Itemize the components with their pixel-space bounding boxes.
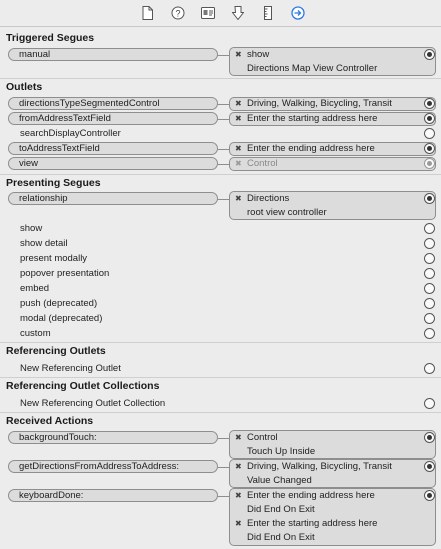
section-divider — [0, 78, 441, 79]
outlet-directions-type[interactable]: directionsTypeSegmentedControl — [8, 97, 218, 110]
relationship-destination: Directions — [247, 193, 290, 204]
segue-custom: custom — [20, 328, 51, 339]
outlet-target-label: Control — [247, 158, 278, 169]
svg-text:?: ? — [175, 9, 180, 19]
connection-circle[interactable] — [424, 193, 435, 204]
connection-circle[interactable] — [424, 253, 435, 264]
remove-connection-icon[interactable]: ✖ — [235, 431, 242, 445]
outlet-target-label: Enter the ending address here — [247, 143, 375, 154]
action-background-touch[interactable]: backgroundTouch: — [8, 431, 218, 444]
action-event: Did End On Exit — [247, 532, 315, 543]
connection-circle[interactable] — [424, 238, 435, 249]
size-inspector-icon[interactable] — [261, 5, 275, 21]
received-actions-title: Received Actions — [6, 415, 94, 427]
connection-circle[interactable] — [424, 283, 435, 294]
new-referencing-outlet: New Referencing Outlet — [20, 363, 121, 374]
section-divider — [0, 377, 441, 378]
connection-circle[interactable] — [424, 128, 435, 139]
action-sender: Control — [247, 432, 278, 443]
segue-show-detail: show detail — [20, 238, 68, 249]
outlet-view[interactable]: view — [8, 157, 218, 170]
action-sender: Driving, Walking, Bicycling, Transit — [247, 461, 392, 472]
new-referencing-outlet-collection: New Referencing Outlet Collection — [20, 398, 166, 409]
file-inspector-icon[interactable] — [141, 5, 155, 21]
outlet-target: ✖ Enter the starting address here — [229, 112, 436, 126]
connection-circle[interactable] — [424, 398, 435, 409]
connection-circle[interactable] — [424, 158, 435, 169]
segue-kind: show — [247, 49, 270, 60]
outlet-target-label: Enter the starting address here — [247, 113, 378, 124]
outlet-target: ✖ Control — [229, 157, 436, 171]
action-sender: Enter the starting address here — [247, 518, 378, 529]
connection-circle[interactable] — [424, 490, 435, 501]
connection-circle[interactable] — [424, 328, 435, 339]
remove-connection-icon[interactable]: ✖ — [235, 143, 242, 155]
segue-destination: Directions Map View Controller — [247, 63, 378, 74]
remove-connection-icon[interactable]: ✖ — [235, 48, 242, 62]
action-target: ✖ Driving, Walking, Bicycling, Transit Va… — [229, 459, 436, 488]
remove-connection-icon[interactable]: ✖ — [235, 98, 242, 110]
referencing-outlet-collections-title: Referencing Outlet Collections — [6, 380, 160, 392]
segue-popover: popover presentation — [20, 268, 110, 279]
section-divider — [0, 174, 441, 175]
action-event: Did End On Exit — [247, 504, 315, 515]
outlet-target: ✖ Driving, Walking, Bicycling, Transit — [229, 97, 436, 111]
segue-embed: embed — [20, 283, 50, 294]
remove-connection-icon[interactable]: ✖ — [235, 192, 242, 206]
connection-circle[interactable] — [424, 113, 435, 124]
segue-modal: modal (deprecated) — [20, 313, 103, 324]
segue-push: push (deprecated) — [20, 298, 98, 309]
connection-circle[interactable] — [424, 98, 435, 109]
remove-connection-icon[interactable]: ✖ — [235, 460, 242, 474]
attributes-inspector-icon[interactable] — [231, 5, 245, 21]
connection-circle[interactable] — [424, 49, 435, 60]
relationship-kind: root view controller — [247, 207, 327, 218]
connection-circle[interactable] — [424, 298, 435, 309]
connection-circle[interactable] — [424, 143, 435, 154]
presenting-segues-title: Presenting Segues — [6, 177, 101, 189]
segue-show: show — [20, 223, 43, 234]
connection-circle[interactable] — [424, 363, 435, 374]
connections-inspector-icon[interactable] — [290, 5, 305, 21]
action-target: ✖ Control Touch Up Inside — [229, 430, 436, 459]
connection-circle[interactable] — [424, 461, 435, 472]
connection-circle[interactable] — [424, 432, 435, 443]
connection-circle[interactable] — [424, 313, 435, 324]
action-target: ✖ Enter the ending address here Did End O… — [229, 488, 436, 546]
remove-connection-icon[interactable]: ✖ — [235, 158, 242, 170]
segue-source-manual[interactable]: manual — [8, 48, 218, 61]
identity-inspector-icon[interactable] — [200, 5, 215, 21]
remove-connection-icon[interactable]: ✖ — [235, 489, 242, 503]
outlets-title: Outlets — [6, 81, 43, 93]
relationship-target: ✖ Directions root view controller — [229, 191, 436, 220]
segue-present-modally: present modally — [20, 253, 88, 264]
section-divider — [0, 342, 441, 343]
action-keyboard-done[interactable]: keyboardDone: — [8, 489, 218, 502]
outlet-from-address[interactable]: fromAddressTextField — [8, 112, 218, 125]
connection-circle[interactable] — [424, 223, 435, 234]
action-sender: Enter the ending address here — [247, 490, 375, 501]
inspector-toolbar: ? — [0, 0, 441, 27]
outlet-target-label: Driving, Walking, Bicycling, Transit — [247, 98, 392, 109]
triggered-segues-title: Triggered Segues — [6, 32, 95, 44]
action-event: Value Changed — [247, 475, 312, 486]
action-get-directions[interactable]: getDirectionsFromAddressToAddress: — [8, 460, 218, 473]
connection-circle[interactable] — [424, 268, 435, 279]
outlet-to-address[interactable]: toAddressTextField — [8, 142, 218, 155]
quick-help-icon[interactable]: ? — [171, 5, 185, 21]
outlet-search-display: searchDisplayController — [20, 128, 121, 139]
remove-connection-icon[interactable]: ✖ — [235, 113, 242, 125]
outlet-target: ✖ Enter the ending address here — [229, 142, 436, 156]
segue-target: ✖ show Directions Map View Controller — [229, 47, 436, 76]
remove-connection-icon[interactable]: ✖ — [235, 517, 242, 531]
referencing-outlets-title: Referencing Outlets — [6, 345, 106, 357]
action-event: Touch Up Inside — [247, 446, 316, 457]
section-divider — [0, 412, 441, 413]
segue-relationship[interactable]: relationship — [8, 192, 218, 205]
